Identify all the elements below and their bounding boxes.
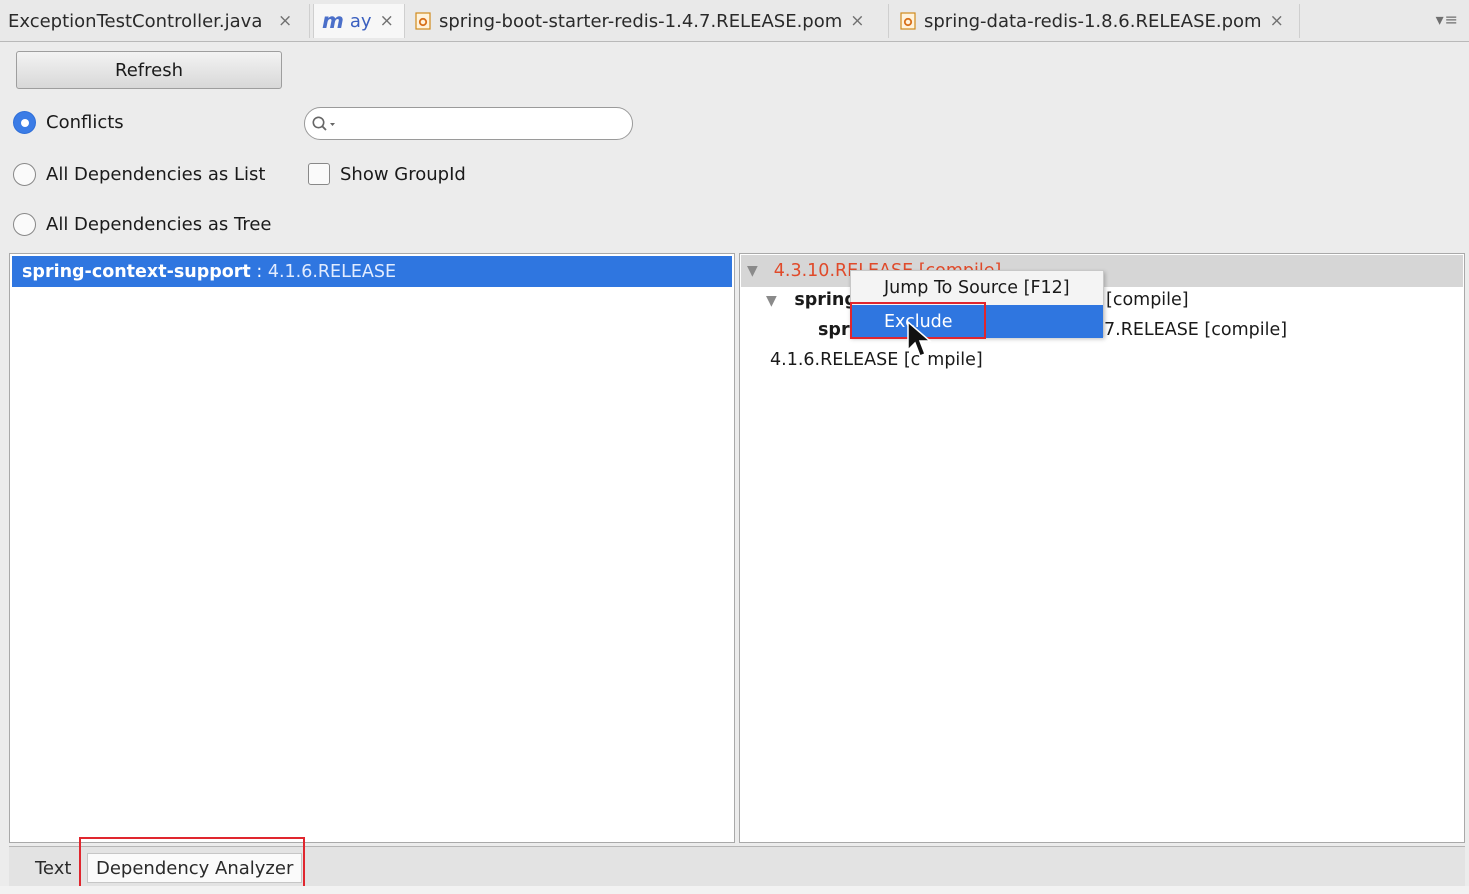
search-box[interactable]: [304, 107, 633, 140]
mouse-cursor-icon: [907, 320, 932, 357]
search-input[interactable]: [337, 109, 632, 138]
search-icon: [312, 116, 335, 131]
pom-file-icon: [900, 12, 916, 30]
tab-list-menu-icon[interactable]: ▾≡: [1436, 10, 1459, 29]
tab-label: ExceptionTestController.java: [8, 10, 263, 32]
version-scope-text-tail: mpile]: [927, 350, 983, 370]
conflicts-list-panel: spring-context-support : 4.1.6.RELEASE: [9, 253, 735, 843]
tab-label: spring-boot-starter-redis-1.4.7.RELEASE.…: [439, 10, 843, 32]
tab-dependency-analyzer[interactable]: Dependency Analyzer: [87, 853, 303, 883]
view-option-all-tree[interactable]: All Dependencies as Tree: [13, 213, 272, 236]
checkbox-label: Show GroupId: [340, 163, 466, 185]
version-scope-text: 7.RELEASE [compile]: [1104, 320, 1288, 340]
version-scope-text: 4.1.6.RELEASE [c: [770, 350, 921, 370]
pom-file-icon: [415, 12, 431, 30]
context-menu: Jump To Source [F12] Exclude: [850, 270, 1104, 338]
list-item[interactable]: spring-context-support : 4.1.6.RELEASE: [12, 256, 732, 287]
radio-all-tree[interactable]: [13, 213, 36, 236]
collapse-triangle-icon[interactable]: ▼: [747, 263, 758, 279]
tab-label: ay: [349, 10, 372, 32]
bottom-tab-bar: Text Dependency Analyzer: [9, 846, 1465, 886]
refresh-button[interactable]: Refresh: [16, 51, 282, 89]
close-icon[interactable]: ×: [278, 11, 292, 31]
tab-exception-test-controller[interactable]: ExceptionTestController.java ×: [0, 4, 310, 38]
radio-all-list[interactable]: [13, 163, 36, 186]
tree-row[interactable]: 4.1.6.RELEASE [c mpile]: [770, 350, 983, 370]
scope-text: [compile]: [1106, 290, 1189, 310]
separator: :: [250, 261, 268, 282]
show-groupid-checkbox[interactable]: [308, 163, 330, 185]
close-icon[interactable]: ×: [380, 11, 394, 31]
artifact-version: 4.1.6.RELEASE: [267, 261, 397, 282]
editor-tab-bar: ExceptionTestController.java × m ay × sp…: [0, 0, 1469, 42]
artifact-name: spring-context-support: [22, 261, 251, 282]
radio-label: All Dependencies as List: [46, 164, 266, 185]
dependency-tree-panel: ▼ 4.3.10.RELEASE [compile]: [739, 253, 1465, 843]
tree-row[interactable]: ▼ spring: [766, 290, 857, 310]
close-icon[interactable]: ×: [850, 11, 864, 31]
view-option-all-list[interactable]: All Dependencies as List: [13, 163, 265, 186]
show-groupid-option[interactable]: Show GroupId: [308, 163, 466, 185]
collapse-triangle-icon[interactable]: ▼: [766, 293, 777, 309]
tree-row-suffix: 7.RELEASE [compile]: [1104, 320, 1287, 340]
radio-conflicts[interactable]: [13, 111, 36, 134]
view-option-conflicts[interactable]: Conflicts: [13, 111, 124, 134]
menu-item-jump-to-source[interactable]: Jump To Source [F12]: [851, 271, 1103, 304]
close-icon[interactable]: ×: [1270, 11, 1284, 31]
tab-text[interactable]: Text: [27, 853, 79, 883]
maven-m-icon: m: [322, 9, 344, 33]
tree-node-name: spring: [794, 290, 857, 310]
radio-label: Conflicts: [46, 112, 124, 133]
status-strip: [0, 886, 1469, 894]
tab-spring-boot-starter-redis-pom[interactable]: spring-boot-starter-redis-1.4.7.RELEASE.…: [407, 4, 889, 38]
menu-item-exclude[interactable]: Exclude: [851, 305, 1103, 338]
tab-spring-data-redis-pom[interactable]: spring-data-redis-1.8.6.RELEASE.pom ×: [892, 4, 1300, 38]
tab-label: spring-data-redis-1.8.6.RELEASE.pom: [924, 10, 1262, 32]
tree-row-suffix: [compile]: [1106, 290, 1189, 310]
radio-label: All Dependencies as Tree: [46, 214, 272, 235]
tab-maven-ay[interactable]: m ay ×: [313, 4, 405, 38]
